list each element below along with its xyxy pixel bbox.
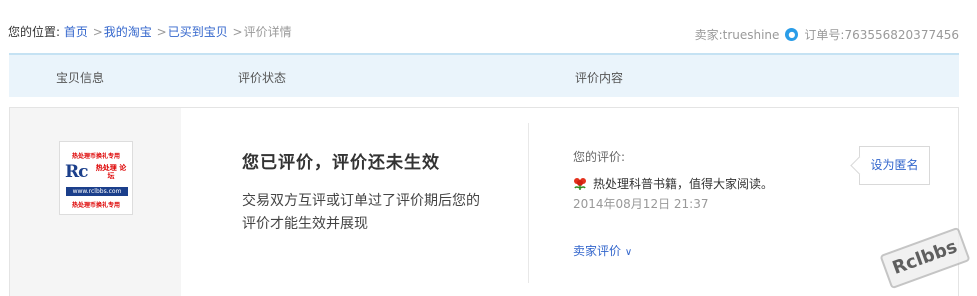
thumbnail-logo: Rc <box>65 162 89 182</box>
thumbnail-url: www.rclbbs.com <box>66 187 128 196</box>
thumbnail-logo-text: 热处理 论坛 <box>95 164 127 180</box>
seller-review-label: 卖家评价 <box>573 244 622 258</box>
your-review-label: 您的评价: <box>573 150 626 164</box>
breadcrumb-link-bought-items[interactable]: 已买到宝贝 <box>168 25 228 39</box>
seller-label: 卖家: <box>694 28 723 42</box>
breadcrumb-separator: > <box>232 25 243 39</box>
wangwang-icon[interactable]: ● <box>785 28 799 41</box>
thumbnail-caption-bottom: 热处理币换礼专用 <box>71 202 120 209</box>
breadcrumb-separator: > <box>156 25 167 39</box>
breadcrumb-link-home[interactable]: 首页 <box>64 25 88 39</box>
seller-order-info: 卖家: trueshine ● 订单号: 763556820377456 <box>695 26 959 43</box>
review-status-title: 您已评价，评价还未生效 <box>242 153 440 173</box>
column-divider <box>528 123 529 283</box>
column-header-review-content: 评价内容 <box>575 71 624 85</box>
column-header-review-status: 评价状态 <box>238 71 287 85</box>
column-header-item-info: 宝贝信息 <box>56 71 105 85</box>
breadcrumb-link-my-taobao[interactable]: 我的淘宝 <box>104 25 152 39</box>
review-date: 2014年08月12日 21:37 <box>573 197 709 211</box>
breadcrumb-separator: > <box>92 25 103 39</box>
breadcrumb-current: 评价详情 <box>243 25 292 39</box>
order-label: 订单号: <box>804 28 845 42</box>
item-thumbnail[interactable]: 热处理币换礼专用 Rc 热处理 论坛 www.rclbbs.com 热处理币换礼… <box>59 141 133 215</box>
flower-icon <box>574 177 586 190</box>
chevron-down-icon: ∨ <box>624 247 633 258</box>
set-anonymous-button[interactable]: 设为匿名 <box>859 146 930 185</box>
thumbnail-caption-top: 热处理币换礼专用 <box>71 153 120 160</box>
review-row: 热处理币换礼专用 Rc 热处理 论坛 www.rclbbs.com 热处理币换礼… <box>9 107 959 296</box>
review-table-header: 宝贝信息 评价状态 评价内容 <box>9 53 959 97</box>
review-text: 热处理科普书籍，值得大家阅读。 <box>593 177 774 191</box>
item-info-cell: 热处理币换礼专用 Rc 热处理 论坛 www.rclbbs.com 热处理币换礼… <box>10 108 181 296</box>
review-text-line: 热处理科普书籍，值得大家阅读。 <box>573 175 773 192</box>
seller-review-toggle[interactable]: 卖家评价 ∨ <box>573 242 632 259</box>
seller-name: trueshine <box>722 27 780 42</box>
review-status-description: 交易双方互评或订单过了评价期后您的评价才能生效并展现 <box>242 193 480 232</box>
set-anonymous-label: 设为匿名 <box>870 158 919 172</box>
breadcrumb: 您的位置: 首页 >我的淘宝 >已买到宝贝 >评价详情 <box>8 23 292 40</box>
order-number: 763556820377456 <box>844 27 959 42</box>
breadcrumb-prefix: 您的位置: <box>8 25 61 39</box>
